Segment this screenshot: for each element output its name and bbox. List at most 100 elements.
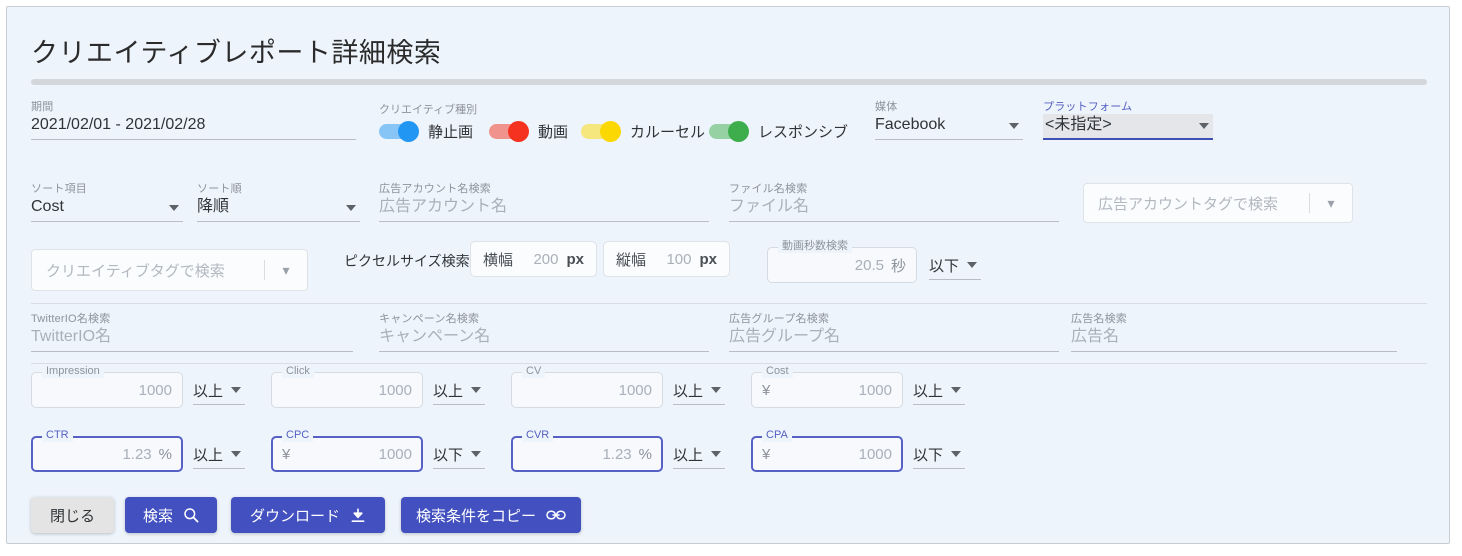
pixel-height-prefix: 縦幅 [616,251,647,269]
chevron-down-icon[interactable]: ▾ [1310,195,1352,212]
cpc-field[interactable]: CPC ¥ 1000 [271,429,423,472]
creative-type-label: クリエイティブ種別 [379,104,478,116]
ad-account-tag-autocomplete[interactable]: 広告アカウントタグで検索 ▾ [1083,183,1353,223]
copy-conditions-button-label: 検索条件をコピー [415,507,536,525]
chevron-down-icon[interactable]: ▾ [265,262,307,279]
toggle-switch-video[interactable] [489,121,529,142]
file-name-field[interactable]: ファイル名検索 ファイル名 [729,183,1059,222]
cpa-value[interactable]: 1000 [776,446,892,463]
impression-field[interactable]: Impression 1000 [31,365,183,408]
sort-field-value[interactable]: Cost [31,196,183,222]
pixel-height-unit: px [699,250,717,268]
toggle-video[interactable]: 動画 [489,121,568,142]
twitter-io-field[interactable]: TwitterIO名検索 TwitterIO名 [31,313,353,352]
ctr-comparator[interactable]: 以上 [193,444,246,469]
ad-account-name-field[interactable]: 広告アカウント名検索 広告アカウント名 [379,183,709,222]
chevron-down-icon [169,205,179,211]
cvr-unit: % [638,445,652,463]
video-seconds-unit: 秒 [890,257,906,275]
cpa-comparator[interactable]: 以下 [913,444,966,469]
toggle-responsive[interactable]: レスポンシブ [709,121,848,142]
period-label: 期間 [31,101,54,113]
impression-value[interactable]: 1000 [42,382,172,399]
campaign-field[interactable]: キャンペーン名検索 キャンペーン名 [379,313,709,352]
chevron-down-icon [471,387,482,393]
ad-name-input[interactable]: 広告名 [1071,326,1397,352]
toggle-switch-carousel[interactable] [581,121,621,142]
cvr-value[interactable]: 1.23 [522,446,631,463]
page-root: クリエイティブレポート詳細検索 期間 2021/02/01 - 2021/02/… [0,0,1462,556]
search-button[interactable]: 検索 [125,497,217,533]
pixel-height-value[interactable]: 100 [646,251,691,268]
ad-account-name-input[interactable]: 広告アカウント名 [379,196,709,222]
cost-field[interactable]: Cost ¥ 1000 [751,365,903,408]
cvr-comparator[interactable]: 以上 [673,444,726,469]
cpc-value[interactable]: 1000 [296,446,412,463]
platform-select[interactable]: プラットフォーム <未指定> [1043,101,1213,140]
platform-value[interactable]: <未指定> [1043,114,1213,140]
download-icon [350,507,366,523]
toggle-static-image[interactable]: 静止画 [379,121,473,142]
toggle-switch-responsive[interactable] [709,121,749,142]
sort-order-value[interactable]: 降順 [197,196,360,222]
period-value[interactable]: 2021/02/01 - 2021/02/28 [31,114,356,140]
media-label: 媒体 [875,101,898,113]
section-divider-2 [31,363,1427,364]
click-value[interactable]: 1000 [282,382,412,399]
search-button-label: 検索 [142,507,173,525]
chevron-down-icon [471,451,482,457]
toggle-label-carousel: カルーセル [630,124,706,141]
cpc-currency-prefix: ¥ [282,445,291,463]
campaign-input[interactable]: キャンペーン名 [379,326,709,352]
ad-name-field[interactable]: 広告名検索 広告名 [1071,313,1397,352]
cv-value[interactable]: 1000 [522,382,652,399]
sort-order-select[interactable]: ソート順 降順 [197,183,360,222]
sort-field-select[interactable]: ソート項目 Cost [31,183,183,222]
ctr-value[interactable]: 1.23 [42,446,151,463]
ctr-field[interactable]: CTR 1.23 % [31,429,183,472]
pixel-height-input[interactable]: 縦幅 100 px [603,241,730,277]
toggle-switch-static-image[interactable] [379,121,419,142]
media-select[interactable]: 媒体 Facebook [875,101,1023,140]
chevron-down-icon [231,451,242,457]
cv-field[interactable]: CV 1000 [511,365,663,408]
download-button-label: ダウンロード [249,507,340,525]
creative-type-group: クリエイティブ種別 静止画 動画 カルーセル レスポンシブ [379,101,859,147]
cost-value[interactable]: 1000 [776,382,892,399]
ad-group-input[interactable]: 広告グループ名 [729,326,1059,352]
click-field[interactable]: Click 1000 [271,365,423,408]
cost-comparator[interactable]: 以上 [913,380,966,405]
platform-label: プラットフォーム [1043,101,1133,113]
video-seconds-comparator[interactable]: 以下 [929,255,982,280]
pixel-width-input[interactable]: 横幅 200 px [470,241,597,277]
cpa-field[interactable]: CPA ¥ 1000 [751,429,903,472]
period-field[interactable]: 期間 2021/02/01 - 2021/02/28 [31,101,356,140]
video-seconds-value[interactable]: 20.5 [778,257,884,274]
pixel-width-value[interactable]: 200 [513,251,558,268]
impression-comparator[interactable]: 以上 [193,380,246,405]
twitter-io-input[interactable]: TwitterIO名 [31,326,353,352]
chevron-down-icon [951,451,962,457]
sort-order-label: ソート順 [197,183,242,195]
cpc-comparator[interactable]: 以下 [433,444,486,469]
link-icon [546,508,566,522]
creative-tag-placeholder[interactable]: クリエイティブタグで検索 [32,260,264,281]
chevron-down-icon [711,451,722,457]
close-button[interactable]: 閉じる [31,497,114,533]
ad-account-tag-placeholder[interactable]: 広告アカウントタグで検索 [1084,193,1309,214]
ad-group-field[interactable]: 広告グループ名検索 広告グループ名 [729,313,1059,352]
video-seconds-field[interactable]: 動画秒数検索 20.5 秒 [767,240,917,283]
cvr-field[interactable]: CVR 1.23 % [511,429,663,472]
copy-conditions-button[interactable]: 検索条件をコピー [401,497,581,533]
cv-comparator[interactable]: 以上 [673,380,726,405]
search-icon [183,507,199,523]
toggle-label-responsive: レスポンシブ [758,124,849,141]
click-comparator[interactable]: 以上 [433,380,486,405]
title-divider [31,79,1427,85]
download-button[interactable]: ダウンロード [231,497,385,533]
media-value[interactable]: Facebook [875,114,1023,140]
file-name-input[interactable]: ファイル名 [729,196,1059,222]
creative-tag-autocomplete[interactable]: クリエイティブタグで検索 ▾ [31,249,308,291]
toggle-carousel[interactable]: カルーセル [581,121,705,142]
chevron-down-icon [346,205,356,211]
